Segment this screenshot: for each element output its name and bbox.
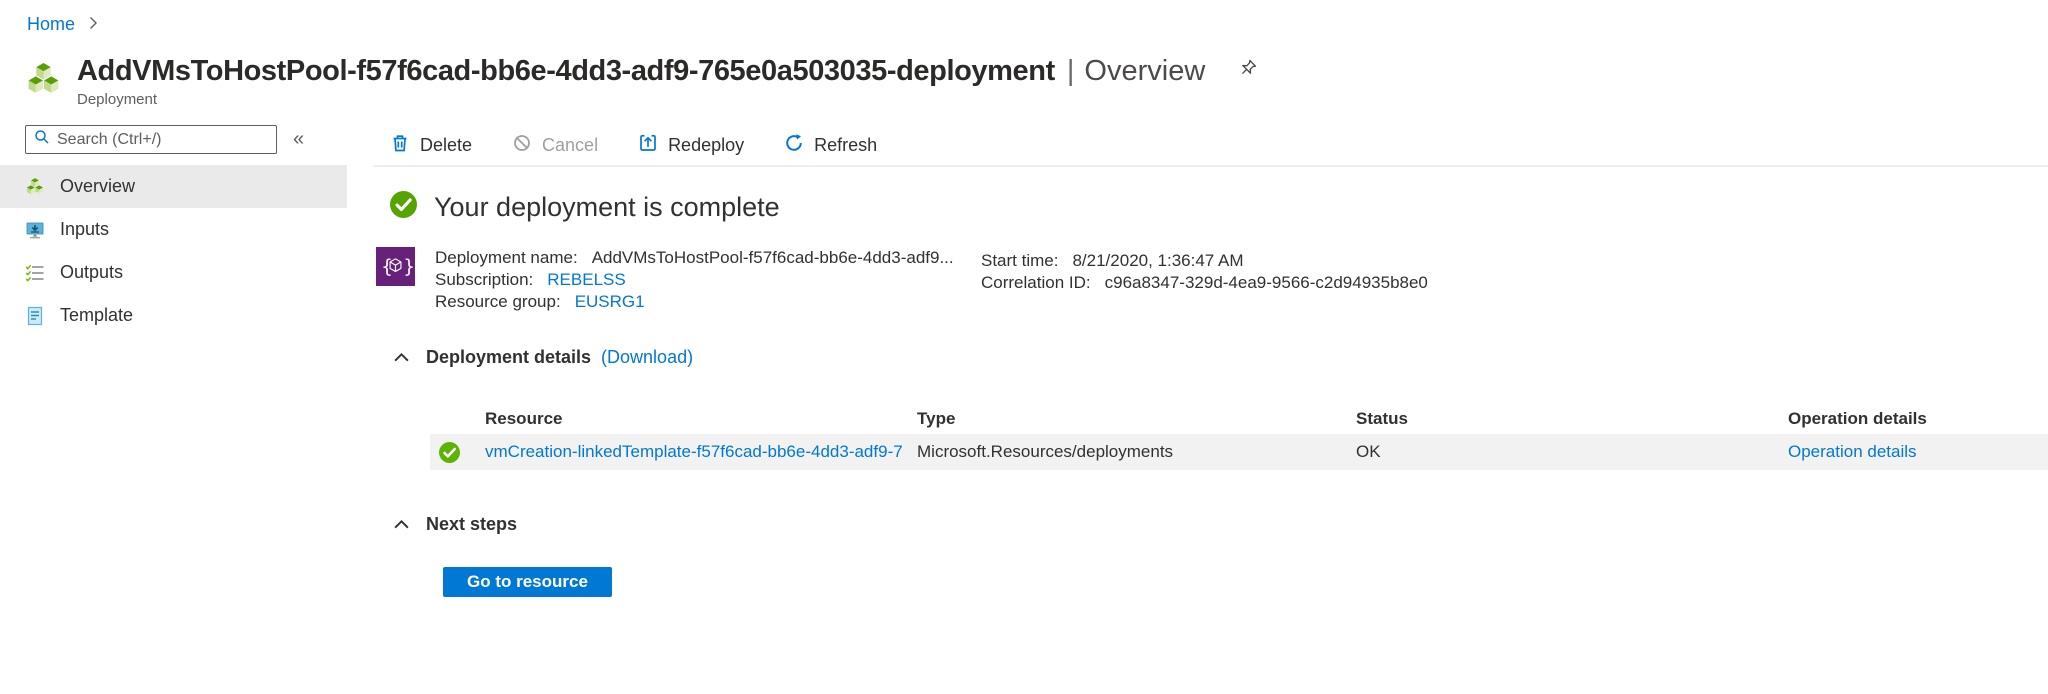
sidebar-item-template[interactable]: Template [0,294,347,337]
status-cell: OK [1356,442,1381,461]
trash-icon [390,133,410,158]
deployment-name-label: Deployment name: [435,248,578,267]
title-separator: | [1066,55,1075,87]
column-header-type: Type [917,409,956,428]
upload-arrow-icon [638,133,658,158]
sidebar-item-label: Template [60,305,134,325]
deployment-cubes-icon [25,61,62,103]
sidebar-search[interactable] [25,125,277,154]
toolbar-item-label: Delete [420,134,473,155]
sidebar-item-inputs[interactable]: Inputs [0,208,347,251]
deployment-essentials: { } Deployment name: AddVMsToHostPool-f5… [376,247,2048,313]
page-header: AddVMsToHostPool-f57f6cad-bb6e-4dd3-adf9… [25,55,1259,108]
search-input[interactable] [57,130,268,149]
sidebar-item-label: Outputs [60,262,124,282]
chevron-up-icon[interactable] [393,519,410,530]
main-content: Delete Cancel Redeploy Refresh Your depl… [373,125,2048,597]
resource-group-label: Resource group: [435,292,561,311]
toolbar-item-label: Refresh [814,134,878,155]
search-icon [34,129,50,150]
toolbar-item-label: Redeploy [668,134,745,155]
correlation-id-value: c96a8347-329d-4ea9-9566-c2d94935b8e0 [1104,273,1428,292]
column-header-status: Status [1356,409,1408,428]
cancel-button[interactable]: Cancel [512,133,598,158]
chevron-up-icon[interactable] [393,352,410,363]
correlation-id-label: Correlation ID: [981,273,1091,292]
go-to-resource-button[interactable]: Go to resource [443,567,612,597]
row-success-check-icon [430,441,485,463]
sidebar-collapse-button[interactable]: « [293,128,304,151]
breadcrumb-home-link[interactable]: Home [27,14,75,35]
toolbar-item-label: Cancel [542,134,599,155]
sidebar-item-label: Inputs [60,219,110,239]
template-icon [25,306,45,326]
sidebar-item-overview[interactable]: Overview [0,165,347,208]
svg-text:{: { [381,257,393,278]
deployment-cubes-icon [25,177,45,197]
start-time-label: Start time: [981,251,1059,270]
subscription-link[interactable]: REBELSS [547,270,625,290]
resource-type-cell: Microsoft.Resources/deployments [917,442,1174,461]
arm-template-icon: { } [376,247,415,313]
delete-button[interactable]: Delete [390,133,472,158]
operation-details-link[interactable]: Operation details [1788,442,1917,461]
sidebar-item-label: Overview [60,176,136,196]
table-row: vmCreation-linkedTemplate-f57f6cad-bb6e-… [430,434,2048,470]
chevron-right-icon [89,14,98,35]
resource-group-link[interactable]: EUSRG1 [575,292,645,312]
redeploy-button[interactable]: Redeploy [638,133,744,158]
start-time-value: 8/21/2020, 1:36:47 AM [1072,251,1244,270]
next-steps-title[interactable]: Next steps [426,514,517,535]
sidebar-nav: Overview Inputs Outputs Template [0,165,347,337]
deployment-status-banner: Your deployment is complete [390,191,2048,223]
resource-link[interactable]: vmCreation-linkedTemplate-f57f6cad-bb6e-… [485,442,903,461]
command-bar: Delete Cancel Redeploy Refresh [373,125,2048,167]
download-link[interactable]: (Download) [601,347,693,368]
deployment-details-section-header: Deployment details (Download) [393,347,2048,368]
table-header-row: Resource Type Status Operation details [430,404,2048,434]
refresh-icon [784,133,804,158]
deployment-name-value: AddVMsToHostPool-f57f6cad-bb6e-4dd3-adf9… [591,248,954,267]
prohibit-icon [512,133,532,158]
sidebar: « Overview [0,125,347,337]
page-subtitle: Deployment [77,91,158,108]
status-message: Your deployment is complete [434,191,780,222]
page-title-section: Overview [1084,55,1206,87]
column-header-operation-details: Operation details [1788,409,1927,428]
sidebar-item-outputs[interactable]: Outputs [0,251,347,294]
subscription-label: Subscription: [435,270,534,289]
next-steps-section-header: Next steps [393,514,2048,535]
pin-icon[interactable] [1235,59,1259,88]
page-title: AddVMsToHostPool-f57f6cad-bb6e-4dd3-adf9… [77,55,1055,87]
success-check-icon [390,191,417,223]
breadcrumb: Home [27,14,98,35]
column-header-resource: Resource [485,409,563,428]
refresh-button[interactable]: Refresh [784,133,877,158]
svg-text:}: } [403,257,415,278]
deployment-details-title[interactable]: Deployment details [426,347,591,368]
outputs-icon [25,263,45,283]
deployment-details-table: Resource Type Status Operation details v… [430,404,2048,470]
inputs-icon [25,220,45,240]
